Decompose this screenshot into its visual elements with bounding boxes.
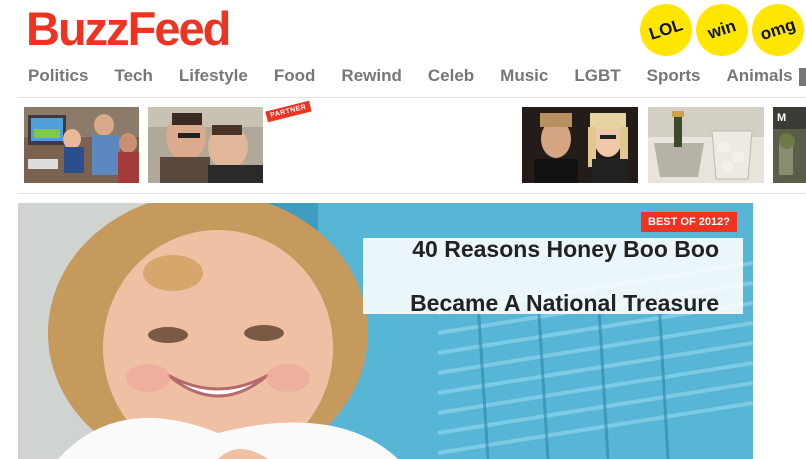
thumbnail-video-game-kids[interactable] xyxy=(24,107,139,183)
buzzfeed-logo[interactable]: BuzzFeed xyxy=(26,4,231,54)
nav-divider xyxy=(18,97,806,98)
nav-animals[interactable]: Animals xyxy=(726,66,792,86)
nav-lifestyle[interactable]: Lifestyle xyxy=(179,66,248,86)
lol-badge[interactable]: LOL xyxy=(633,0,699,63)
thumbnail-party[interactable]: M xyxy=(773,107,806,183)
nav-music[interactable]: Music xyxy=(500,66,548,86)
nav-food[interactable]: Food xyxy=(274,66,316,86)
nav-rewind[interactable]: Rewind xyxy=(341,66,401,86)
category-nav: Politics Tech Lifestyle Food Rewind Cele… xyxy=(28,66,806,86)
omg-badge[interactable]: omg xyxy=(745,0,806,63)
nav-politics[interactable]: Politics xyxy=(28,66,88,86)
svg-text:M: M xyxy=(777,112,786,124)
nav-sports[interactable]: Sports xyxy=(647,66,701,86)
featured-divider xyxy=(18,193,806,194)
nav-tech[interactable]: Tech xyxy=(114,66,152,86)
thumbnail-celebrity-couple[interactable] xyxy=(522,107,638,183)
nav-overflow-indicator xyxy=(799,68,806,86)
hero-headline-line1: 40 Reasons Honey Boo Boo xyxy=(412,235,719,262)
nav-lgbt[interactable]: LGBT xyxy=(574,66,620,86)
partner-label: PARTNER xyxy=(265,100,312,123)
nav-celeb[interactable]: Celeb xyxy=(428,66,474,86)
thumbnail-kissing-couple[interactable] xyxy=(148,107,263,183)
win-badge[interactable]: win xyxy=(689,0,755,63)
hero-headline-line2: Became A National Treasure xyxy=(410,289,719,316)
hero-headline[interactable]: 40 Reasons Honey Boo Boo Became A Nation… xyxy=(363,235,743,316)
thumbnail-champagne[interactable] xyxy=(648,107,764,183)
